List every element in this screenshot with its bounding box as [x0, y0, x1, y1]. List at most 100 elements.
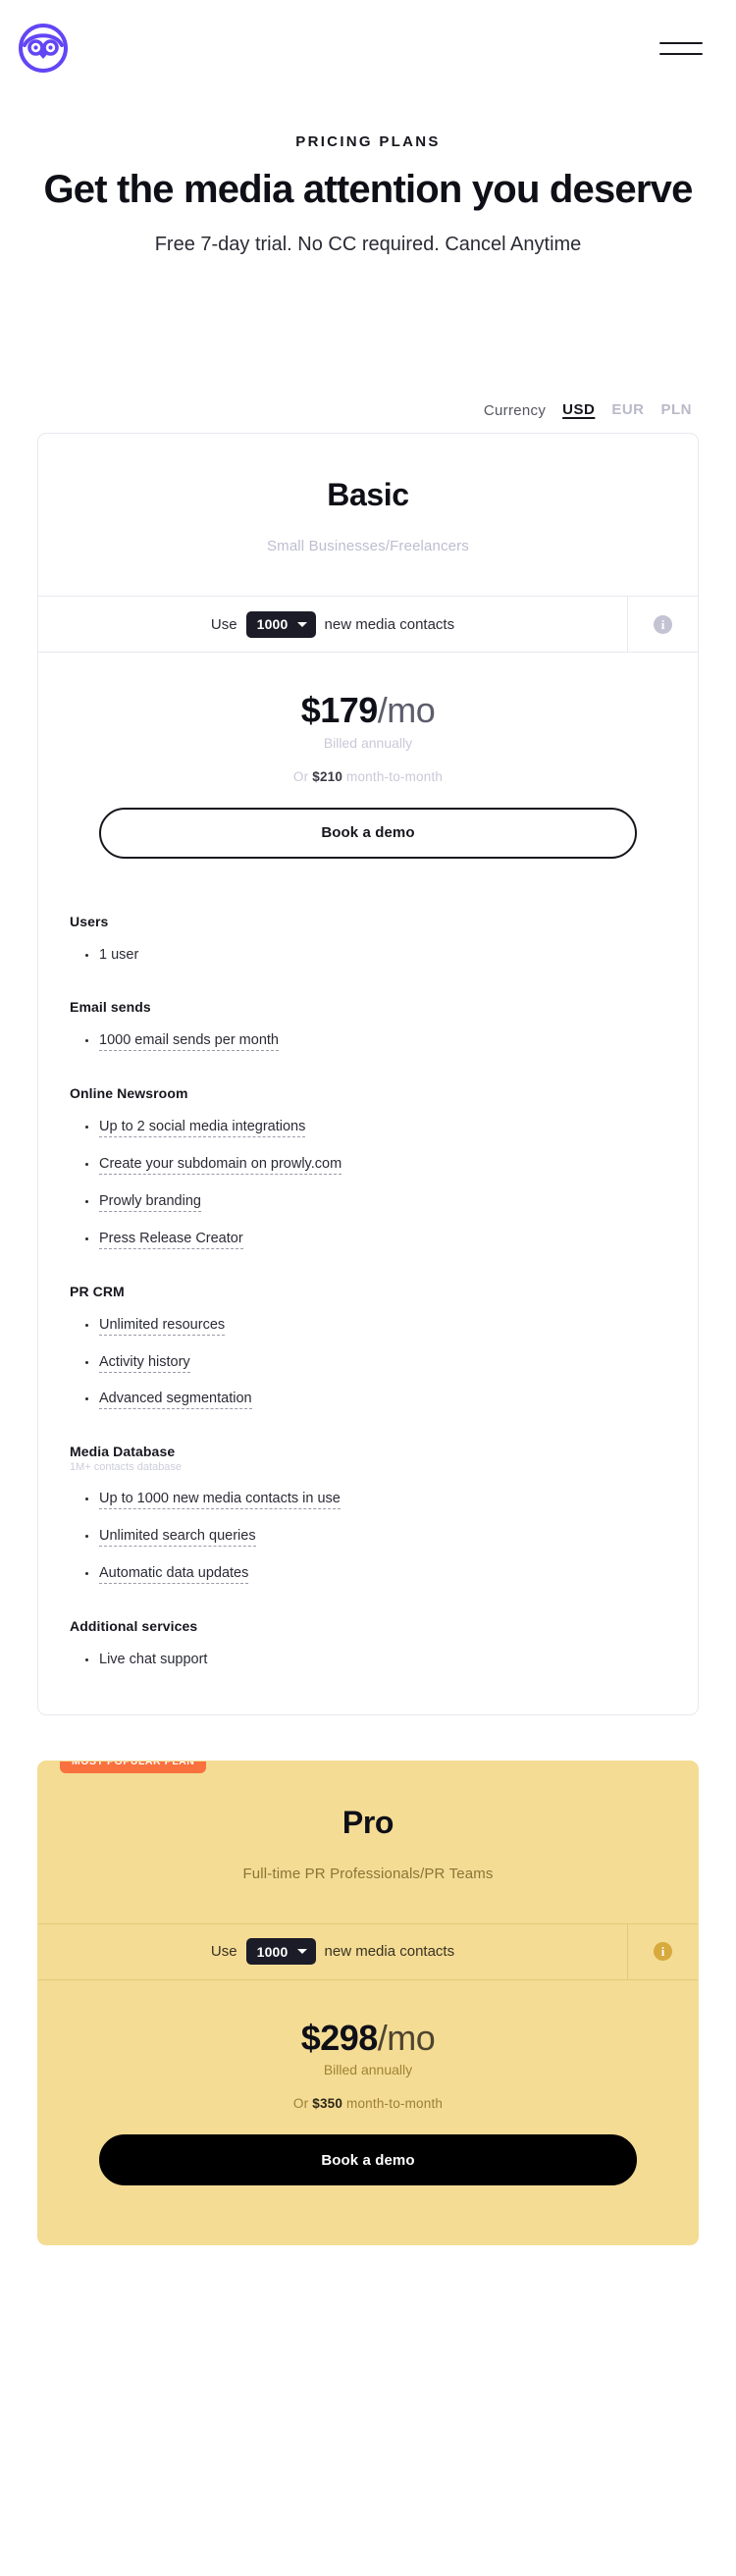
plan-wrapper-pro: MOST POPULAR PLAN Pro Full-time PR Profe…	[0, 1760, 736, 2246]
hero-section: PRICING PLANS Get the media attention yo…	[0, 96, 736, 256]
list-item: Press Release Creator	[38, 1230, 698, 1249]
info-icon[interactable]: i	[654, 614, 672, 634]
price-amount-pro: $298	[300, 2017, 379, 2058]
contacts-suffix-basic: new media contacts	[324, 615, 455, 633]
logo-link[interactable]	[18, 23, 69, 74]
feature-text[interactable]: Up to 2 social media integrations	[99, 1119, 306, 1138]
status-badge-most-popular: MOST POPULAR PLAN	[60, 1761, 207, 1773]
price-block-pro: $298/mo Billed annually Or $350 month-to…	[38, 1980, 698, 2111]
page-title: Get the media attention you deserve	[43, 168, 693, 211]
feature-group-subtitle: 1M+ contacts database	[70, 1461, 183, 1474]
plan-name-pro: Pro	[342, 1804, 394, 1840]
currency-option-pln[interactable]: PLN	[661, 401, 693, 419]
feature-text[interactable]: Unlimited search queries	[99, 1528, 256, 1548]
plan-audience-pro: Full-time PR Professionals/PR Teams	[242, 1865, 494, 1882]
list-item: Automatic data updates	[38, 1564, 698, 1584]
contacts-info-cell-basic: i	[627, 597, 698, 652]
feature-group-title: Additional services	[70, 1617, 198, 1634]
price-amount-basic: $179	[300, 690, 379, 730]
currency-option-eur[interactable]: EUR	[611, 401, 644, 419]
book-a-demo-button-pro[interactable]: Book a demo	[99, 2134, 637, 2186]
feature-text[interactable]: Advanced segmentation	[99, 1391, 252, 1410]
info-icon[interactable]: i	[654, 1942, 672, 1962]
page-subtitle: Free 7-day trial. No CC required. Cancel…	[154, 234, 582, 255]
plan-card-pro: MOST POPULAR PLAN Pro Full-time PR Profe…	[37, 1760, 699, 2246]
price-alt-suffix-basic: month-to-month	[346, 768, 444, 784]
contacts-selector-row-pro: Use 1000 new media contacts i	[38, 1922, 698, 1980]
feature-text[interactable]: Press Release Creator	[99, 1230, 243, 1249]
price-alt-basic: Or $210 month-to-month	[38, 769, 698, 784]
feature-items: Live chat support	[38, 1651, 698, 1669]
list-item: Up to 1000 new media contacts in use	[38, 1490, 698, 1510]
hamburger-menu-icon[interactable]	[659, 34, 703, 62]
feature-group-title: Email sends	[70, 999, 151, 1016]
feature-text: 1 user	[99, 946, 139, 963]
feature-items: 1 user	[38, 946, 698, 965]
price-billed-basic: Billed annually	[323, 734, 413, 751]
contacts-dropdown-pro[interactable]: 1000	[245, 1938, 316, 1966]
price-alt-prefix-basic: Or	[292, 768, 309, 784]
contacts-selector-row-basic: Use 1000 new media contacts i	[38, 596, 698, 653]
contacts-dropdown-basic[interactable]: 1000	[245, 610, 316, 638]
price-alt-suffix-pro: month-to-month	[346, 2096, 444, 2112]
price-billed-pro: Billed annually	[323, 2062, 413, 2078]
contacts-dropdown-value-pro: 1000	[256, 1943, 289, 1960]
list-item: 1000 email sends per month	[38, 1031, 698, 1052]
hamburger-line-bottom	[659, 52, 703, 55]
feature-text[interactable]: Up to 1000 new media contacts in use	[99, 1491, 341, 1510]
feature-group-title: Users	[70, 913, 109, 929]
contacts-selector-basic: Use 1000 new media contacts	[38, 597, 627, 652]
price-alt-amount-pro: $350	[312, 2096, 343, 2112]
price-main-basic: $179/mo	[38, 691, 698, 730]
plan-audience-basic: Small Businesses/Freelancers	[267, 538, 469, 554]
list-item: Unlimited search queries	[38, 1527, 698, 1548]
currency-option-usd[interactable]: USD	[562, 401, 595, 419]
contacts-info-cell-pro: i	[627, 1923, 698, 1979]
price-period-pro: /mo	[377, 2017, 436, 2058]
price-alt-prefix-pro: Or	[292, 2096, 309, 2112]
feature-text[interactable]: Unlimited resources	[99, 1316, 226, 1336]
plan-card-basic: Basic Small Businesses/Freelancers Use 1…	[37, 433, 699, 1715]
feature-text[interactable]: 1000 email sends per month	[99, 1032, 279, 1052]
chevron-down-icon	[296, 621, 307, 627]
feature-items: Unlimited resources Activity history Adv…	[38, 1316, 698, 1410]
feature-group-additional-services: Additional services Live chat support	[38, 1618, 698, 1669]
feature-text[interactable]: Create your subdomain on prowly.com	[99, 1156, 342, 1176]
feature-group-pr-crm: PR CRM Unlimited resources Activity hist…	[38, 1283, 698, 1410]
feature-text[interactable]: Automatic data updates	[99, 1564, 249, 1584]
currency-label: Currency	[483, 401, 547, 419]
plan-header-basic: Basic Small Businesses/Freelancers	[38, 434, 698, 596]
price-alt-amount-basic: $210	[312, 768, 343, 784]
feature-items: Up to 2 social media integrations Create…	[38, 1118, 698, 1249]
book-a-demo-button-basic[interactable]: Book a demo	[99, 807, 637, 859]
contacts-prefix-pro: Use	[210, 1943, 237, 1961]
feature-items: 1000 email sends per month	[38, 1031, 698, 1052]
list-item: Prowly branding	[38, 1192, 698, 1212]
feature-text[interactable]: Activity history	[99, 1353, 190, 1373]
chevron-down-icon	[296, 1949, 307, 1955]
price-alt-pro: Or $350 month-to-month	[38, 2096, 698, 2111]
list-item: 1 user	[38, 946, 698, 965]
feature-group-online-newsroom: Online Newsroom Up to 2 social media int…	[38, 1085, 698, 1249]
feature-group-title: PR CRM	[70, 1283, 125, 1299]
hamburger-line-top	[659, 41, 703, 44]
cta-wrap-pro: Book a demo	[38, 2111, 698, 2186]
list-item: Up to 2 social media integrations	[38, 1118, 698, 1138]
list-item: Create your subdomain on prowly.com	[38, 1155, 698, 1176]
prowly-owl-logo-icon	[19, 24, 68, 73]
list-item: Unlimited resources	[38, 1316, 698, 1336]
site-header	[0, 0, 736, 96]
price-block-basic: $179/mo Billed annually Or $210 month-to…	[38, 653, 698, 784]
feature-list-basic: Users 1 user Email sends 1000 email send…	[38, 859, 698, 1714]
feature-text[interactable]: Prowly branding	[99, 1192, 201, 1212]
price-main-pro: $298/mo	[38, 2017, 698, 2058]
currency-switcher: Currency USD EUR PLN	[0, 401, 736, 419]
contacts-suffix-pro: new media contacts	[324, 1943, 455, 1961]
feature-group-media-database: Media Database 1M+ contacts database Up …	[38, 1444, 698, 1584]
feature-items: Up to 1000 new media contacts in use Unl…	[38, 1490, 698, 1584]
contacts-prefix-basic: Use	[210, 615, 237, 633]
list-item: Advanced segmentation	[38, 1390, 698, 1410]
plan-name-basic: Basic	[327, 477, 409, 512]
plan-header-pro: Pro Full-time PR Professionals/PR Teams	[38, 1761, 698, 1923]
feature-group-title: Online Newsroom	[70, 1085, 188, 1102]
